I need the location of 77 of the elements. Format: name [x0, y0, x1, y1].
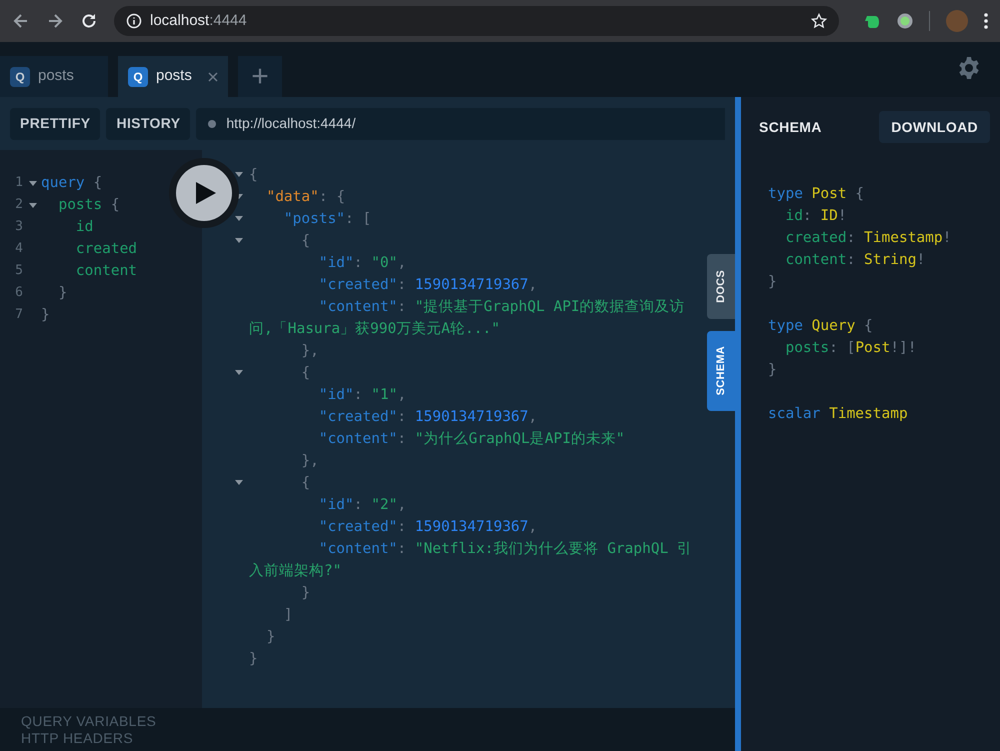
side-tab[interactable]: SCHEMA: [707, 331, 735, 411]
fold-arrow-icon[interactable]: [235, 172, 243, 177]
back-icon[interactable]: [12, 12, 30, 30]
endpoint-field[interactable]: http://localhost:4444/: [196, 108, 725, 140]
forward-icon[interactable]: [46, 12, 64, 30]
code-line: {: [249, 166, 259, 185]
code-line: }: [768, 273, 777, 292]
code-line: "content": "提供基于GraphQL API的数据查询及访问,「Hasura」获990万美元A轮...": [249, 298, 686, 339]
code-line: ]: [282, 606, 294, 625]
code-line: },: [300, 342, 320, 361]
toolbar-button[interactable]: HISTORY: [106, 108, 190, 140]
code-line: created: [74, 240, 138, 259]
code-line: query {: [41, 174, 102, 193]
line-number: 1: [14, 174, 24, 192]
download-button[interactable]: DOWNLOAD: [879, 111, 990, 143]
code-line: content: String!: [784, 251, 926, 270]
fold-arrow-icon[interactable]: [29, 202, 37, 208]
side-tab[interactable]: DOCS: [707, 254, 735, 319]
close-icon[interactable]: [208, 72, 218, 82]
query-editor[interactable]: 1 query { 2 posts { 3 id 4 created 5 content 6 } 7 }: [0, 150, 202, 708]
code-line: id: [74, 218, 94, 237]
tab[interactable]: Q posts: [0, 56, 108, 97]
code-line: posts: [Post!]!: [784, 339, 916, 358]
code-line: }: [249, 650, 259, 669]
code-line: "content": "为什么GraphQL是API的未来": [318, 430, 626, 449]
address-text: localhost:4444: [150, 10, 248, 31]
code-line: scalar Timestamp: [768, 405, 908, 424]
menu-icon[interactable]: [984, 13, 988, 29]
line-number: 4: [14, 240, 24, 258]
line-number: 7: [14, 306, 24, 324]
code-line: },: [300, 452, 320, 471]
endpoint-url: http://localhost:4444/: [226, 114, 356, 133]
fold-arrow-icon[interactable]: [235, 238, 243, 243]
fold-arrow-icon[interactable]: [235, 480, 243, 485]
line-number: 6: [14, 284, 24, 302]
code-line: "data": {: [265, 188, 346, 207]
add-tab-button[interactable]: +: [238, 56, 282, 97]
code-line: }: [265, 628, 276, 647]
code-line: posts {: [57, 196, 120, 215]
code-line: type Post {: [768, 185, 864, 204]
fold-arrow-icon[interactable]: [235, 370, 243, 375]
code-line: }: [41, 306, 50, 325]
code-line: "created": 1590134719367,: [318, 276, 538, 295]
code-line: content: [74, 262, 138, 281]
code-line: "id": "1",: [318, 386, 408, 405]
fold-arrow-icon[interactable]: [29, 180, 37, 186]
code-line: {: [300, 364, 312, 383]
toolbar-button[interactable]: PRETTIFY: [10, 108, 100, 140]
code-line: id: ID!: [784, 207, 847, 226]
line-number: 3: [14, 218, 24, 236]
code-line: {: [300, 232, 312, 251]
code-line: "posts": [: [282, 210, 372, 229]
line-number: 2: [14, 196, 24, 214]
tab[interactable]: Q posts: [118, 56, 228, 97]
address-bar[interactable]: localhost:4444: [114, 6, 839, 36]
code-line: "id": "0",: [318, 254, 408, 273]
query-badge: Q: [10, 66, 30, 86]
code-line: created: Timestamp!: [784, 229, 952, 248]
code-line: "content": "Netflix:我们为什么要将 GraphQL 引入前端架构?": [249, 540, 694, 581]
settings-icon[interactable]: [957, 56, 981, 80]
code-line: "id": "2",: [318, 496, 408, 515]
reload-icon[interactable]: [80, 12, 98, 30]
play-icon: [196, 182, 216, 204]
panel-title: SCHEMA: [759, 118, 822, 136]
code-line: }: [57, 284, 68, 303]
query-badge: Q: [128, 66, 148, 86]
code-line: {: [300, 474, 312, 493]
code-line: type Query {: [768, 317, 873, 336]
extension-icon[interactable]: [897, 13, 913, 29]
star-icon[interactable]: [811, 13, 827, 29]
code-line: "created": 1590134719367,: [318, 408, 538, 427]
line-number: 5: [14, 262, 24, 280]
info-icon: [126, 13, 142, 29]
code-line: }: [300, 584, 312, 603]
code-line: }: [768, 361, 777, 380]
code-line: "created": 1590134719367,: [318, 518, 538, 537]
fold-arrow-icon[interactable]: [235, 216, 243, 221]
